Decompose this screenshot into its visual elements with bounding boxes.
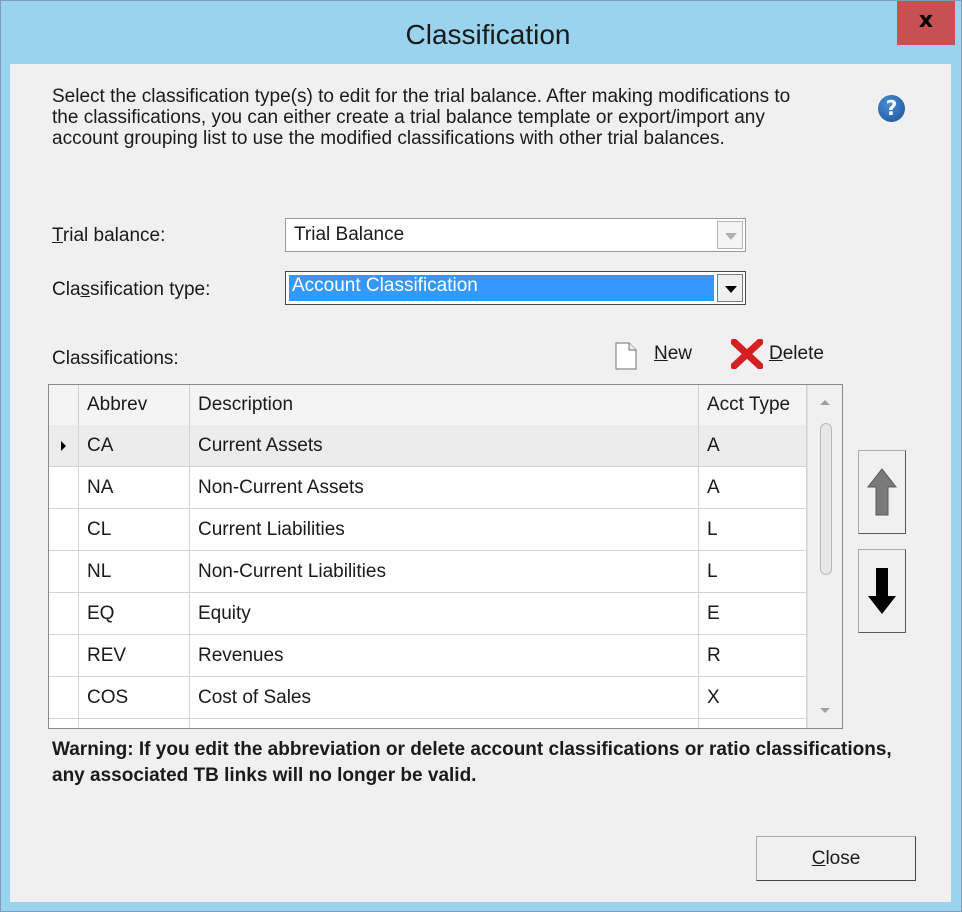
chevron-down-icon[interactable] <box>717 221 743 249</box>
cell-description[interactable]: Revenues <box>190 635 699 676</box>
close-window-button[interactable]: x <box>897 1 955 45</box>
row-selector[interactable] <box>49 635 79 676</box>
table-row[interactable]: CA Current Assets A <box>49 425 807 467</box>
new-document-icon[interactable] <box>615 342 637 370</box>
trial-balance-label: Trial balance: <box>52 225 166 246</box>
column-header-acct-type[interactable]: Acct Type <box>699 385 807 425</box>
dialog-title: Classification <box>405 19 571 50</box>
classification-type-label: Classification type: <box>52 279 211 300</box>
table-row[interactable]: REV Revenues R <box>49 635 807 677</box>
cell-abbrev <box>79 719 190 728</box>
cell-abbrev[interactable]: COS <box>79 677 190 718</box>
classification-dialog: Classification x Select the classificati… <box>0 0 962 912</box>
table-row[interactable]: NA Non-Current Assets A <box>49 467 807 509</box>
new-button[interactable]: New <box>654 343 692 365</box>
cell-acct-type[interactable]: L <box>699 509 807 550</box>
help-icon[interactable]: ? <box>878 95 905 122</box>
table-row-partial[interactable] <box>49 719 807 728</box>
cell-acct-type[interactable]: E <box>699 593 807 634</box>
intro-text: Select the classification type(s) to edi… <box>52 86 791 149</box>
chevron-down-icon[interactable] <box>717 274 743 302</box>
cell-description[interactable]: Equity <box>190 593 699 634</box>
scrollbar-thumb[interactable] <box>820 423 832 575</box>
arrow-up-icon <box>866 468 898 516</box>
cell-acct-type[interactable]: A <box>699 467 807 508</box>
cell-abbrev[interactable]: CA <box>79 425 190 466</box>
cell-description[interactable]: Current Liabilities <box>190 509 699 550</box>
cell-abbrev[interactable]: NA <box>79 467 190 508</box>
scroll-down-arrow-icon[interactable] <box>820 708 830 713</box>
arrow-down-icon <box>868 568 896 614</box>
classifications-label: Classifications: <box>52 348 179 369</box>
cell-abbrev[interactable]: EQ <box>79 593 190 634</box>
trial-balance-select[interactable]: Trial Balance <box>285 218 746 252</box>
cell-acct-type[interactable]: R <box>699 635 807 676</box>
scroll-up-arrow-icon[interactable] <box>820 400 830 405</box>
cell-description[interactable]: Cost of Sales <box>190 677 699 718</box>
row-selector[interactable] <box>49 467 79 508</box>
table-row[interactable]: NL Non-Current Liabilities L <box>49 551 807 593</box>
table-scrollbar[interactable] <box>807 385 842 728</box>
dialog-body: Select the classification type(s) to edi… <box>10 64 951 902</box>
delete-button[interactable]: Delete <box>769 343 824 365</box>
classification-type-value: Account Classification <box>292 275 478 296</box>
title-bar[interactable]: Classification x <box>1 1 961 64</box>
close-button[interactable]: Close <box>756 836 916 881</box>
classifications-table[interactable]: Abbrev Description Acct Type CA Current … <box>48 384 843 729</box>
cell-description[interactable]: Non-Current Assets <box>190 467 699 508</box>
table-row[interactable]: EQ Equity E <box>49 593 807 635</box>
table-header: Abbrev Description Acct Type <box>49 385 807 426</box>
classification-type-select[interactable]: Account Classification <box>285 271 746 305</box>
cell-abbrev[interactable]: REV <box>79 635 190 676</box>
cell-description[interactable]: Non-Current Liabilities <box>190 551 699 592</box>
cell-description[interactable]: Current Assets <box>190 425 699 466</box>
row-header-corner <box>49 385 79 425</box>
table-row[interactable]: CL Current Liabilities L <box>49 509 807 551</box>
column-header-description[interactable]: Description <box>190 385 699 425</box>
cell-description <box>190 719 699 728</box>
column-header-abbrev[interactable]: Abbrev <box>79 385 190 425</box>
trial-balance-value: Trial Balance <box>294 224 405 245</box>
row-selector[interactable] <box>49 593 79 634</box>
row-selector[interactable] <box>49 551 79 592</box>
row-selector[interactable] <box>49 425 79 466</box>
move-up-button[interactable] <box>858 450 906 534</box>
table-row[interactable]: COS Cost of Sales X <box>49 677 807 719</box>
move-down-button[interactable] <box>858 549 906 633</box>
row-selector[interactable] <box>49 677 79 718</box>
cell-acct-type[interactable]: X <box>699 677 807 718</box>
cell-abbrev[interactable]: CL <box>79 509 190 550</box>
current-row-arrow-icon <box>61 441 66 451</box>
warning-text: Warning: If you edit the abbreviation or… <box>52 739 892 786</box>
cell-acct-type <box>699 719 807 728</box>
row-selector <box>49 719 79 728</box>
cell-acct-type[interactable]: A <box>699 425 807 466</box>
cell-acct-type[interactable]: L <box>699 551 807 592</box>
row-selector[interactable] <box>49 509 79 550</box>
cell-abbrev[interactable]: NL <box>79 551 190 592</box>
red-x-delete-icon[interactable] <box>731 339 763 369</box>
